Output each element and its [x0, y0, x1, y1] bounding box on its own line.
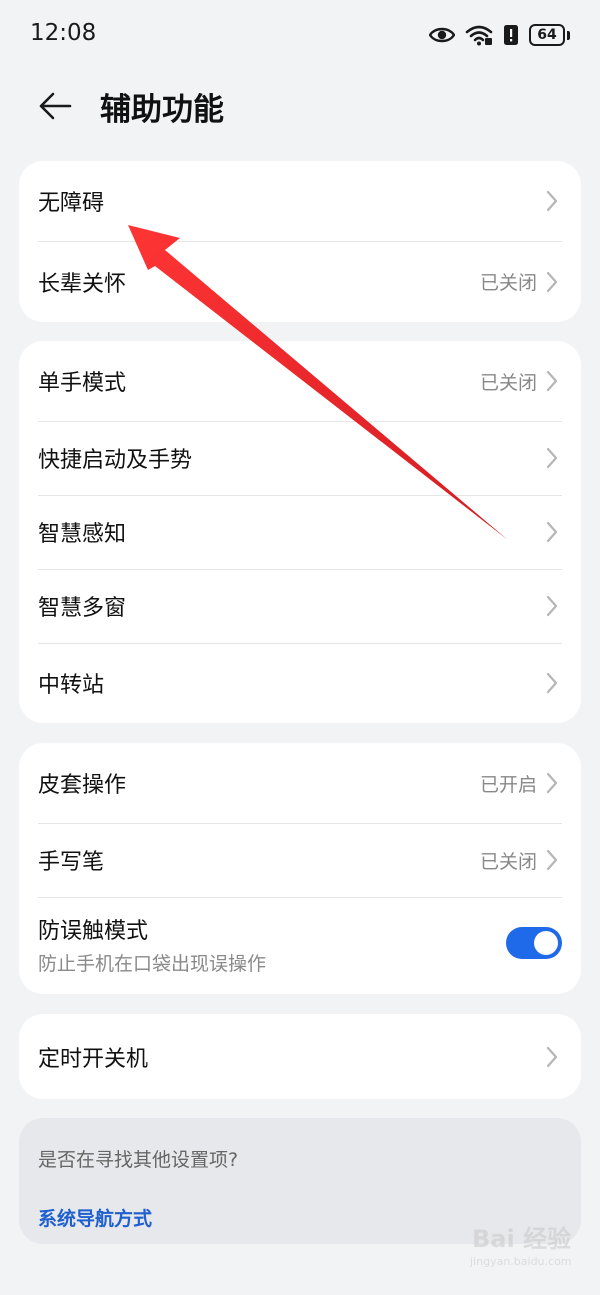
eye-icon [429, 27, 455, 43]
settings-item-label: 长辈关怀 [38, 271, 127, 297]
settings-item-label: 单手模式 [38, 371, 127, 396]
watermark-sub: jingyan.baidu.com [470, 1255, 572, 1268]
settings-item-smart-multi-window[interactable]: 智慧多窗 [19, 569, 581, 643]
settings-group-4: 定时开关机 [19, 1014, 581, 1099]
header: 辅助功能 [0, 76, 600, 136]
watermark-logo: Bai 经验 jingyan.baidu.com [450, 1215, 580, 1273]
battery-level: 64 [529, 24, 565, 46]
settings-group-2: 单手模式 已关闭 快捷启动及手势 智慧感知 智慧多窗 中转站 [19, 341, 581, 723]
settings-group-1: 无障碍 长辈关怀 已关闭 [19, 161, 581, 322]
watermark-text: Bai 经验 [472, 1225, 572, 1253]
settings-item-label: 中转站 [38, 673, 105, 698]
settings-item-transfer-station[interactable]: 中转站 [19, 643, 581, 723]
back-button[interactable] [34, 86, 76, 126]
toggle-knob [534, 931, 558, 955]
status-bar: 12:08 64 [0, 0, 600, 70]
chevron-right-icon [546, 849, 558, 871]
settings-item-label: 手写笔 [38, 850, 105, 875]
settings-group-3: 皮套操作 已开启 手写笔 已关闭 防误触模式 防止手机在口袋出现误操作 [19, 743, 581, 994]
settings-item-smart-perception[interactable]: 智慧感知 [19, 495, 581, 569]
chevron-right-icon [546, 595, 558, 617]
settings-item-label: 智慧多窗 [38, 596, 127, 621]
settings-item-status: 已关闭 [479, 272, 537, 294]
page-title: 辅助功能 [100, 92, 224, 128]
settings-item-label: 防误触模式 [38, 919, 149, 944]
chevron-right-icon [546, 271, 558, 292]
settings-item-label: 定时开关机 [38, 1046, 149, 1072]
chevron-right-icon [546, 447, 558, 469]
settings-item-accidental-touch: 防误触模式 防止手机在口袋出现误操作 [19, 897, 581, 994]
settings-item-elder-care[interactable]: 长辈关怀 已关闭 [19, 241, 581, 322]
chevron-right-icon [546, 370, 558, 392]
suggestion-link-navigation[interactable]: 系统导航方式 [38, 1204, 152, 1231]
battery-icon: 64 [529, 24, 570, 46]
status-icons: 64 [429, 20, 570, 50]
settings-item-status: 已关闭 [479, 371, 537, 394]
suggestion-title: 是否在寻找其他设置项? [38, 1149, 239, 1171]
chevron-right-icon [546, 1046, 558, 1067]
settings-item-one-hand-mode[interactable]: 单手模式 已关闭 [19, 341, 581, 421]
chevron-right-icon [546, 772, 558, 794]
settings-item-shortcuts-gestures[interactable]: 快捷启动及手势 [19, 421, 581, 495]
alert-icon [504, 25, 518, 45]
settings-item-accessibility[interactable]: 无障碍 [19, 161, 581, 241]
settings-item-label: 无障碍 [38, 191, 105, 216]
settings-item-status: 已关闭 [479, 850, 537, 873]
settings-item-subtitle: 防止手机在口袋出现误操作 [38, 953, 267, 975]
wifi-icon [465, 25, 493, 46]
settings-item-label: 智慧感知 [38, 522, 127, 547]
chevron-right-icon [546, 190, 558, 212]
accidental-touch-toggle[interactable] [506, 927, 562, 959]
back-arrow-icon [39, 92, 72, 120]
settings-item-label: 快捷启动及手势 [38, 448, 193, 473]
settings-item-stylus[interactable]: 手写笔 已关闭 [19, 823, 581, 897]
chevron-right-icon [546, 521, 558, 543]
chevron-right-icon [546, 672, 558, 694]
settings-item-cover-operation[interactable]: 皮套操作 已开启 [19, 743, 581, 823]
status-time: 12:08 [30, 20, 97, 46]
settings-item-status: 已开启 [479, 773, 537, 796]
settings-item-label: 皮套操作 [38, 773, 127, 798]
settings-item-scheduled-power[interactable]: 定时开关机 [19, 1014, 581, 1099]
